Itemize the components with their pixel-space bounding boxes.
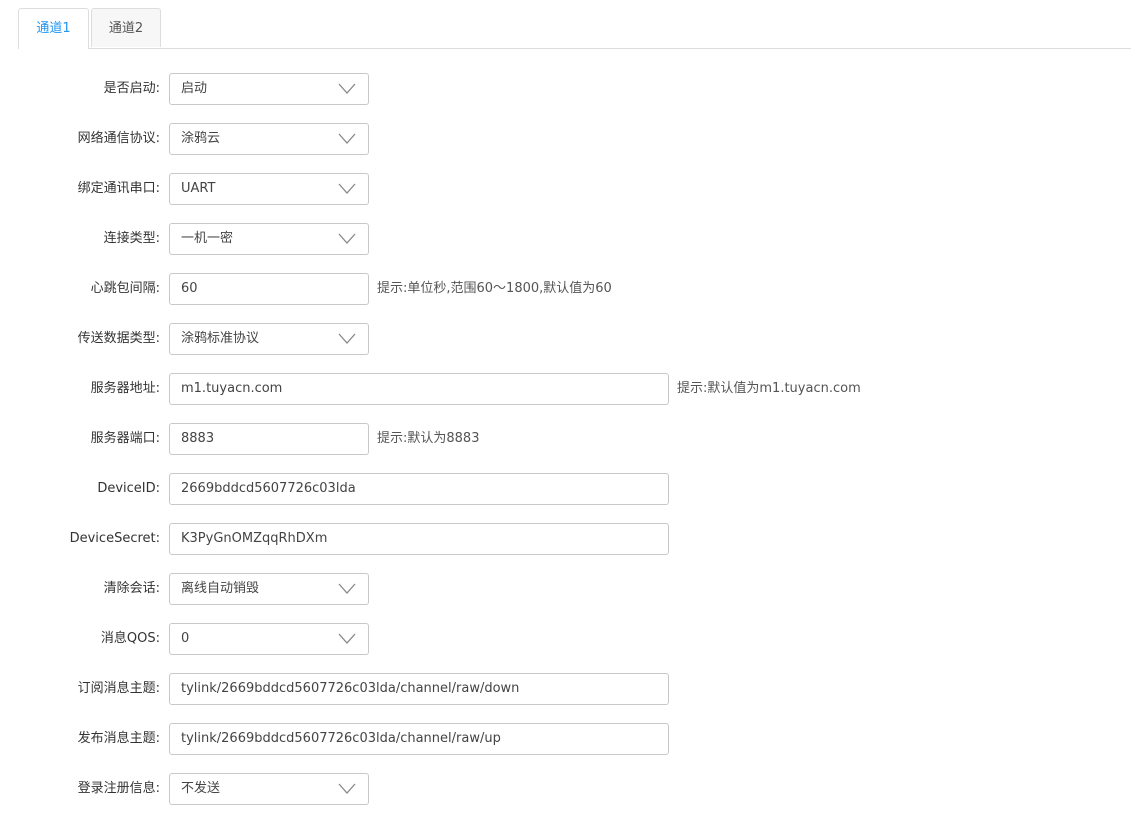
protocol-select[interactable]: 涂鸦云 (169, 123, 369, 155)
form-row-sub-topic: 订阅消息主题: tylink/2669bddcd5607726c03lda/ch… (0, 673, 1131, 705)
form-row-serial-port: 绑定通讯串口: UART (0, 173, 1131, 205)
form-row-protocol: 网络通信协议: 涂鸦云 (0, 123, 1131, 155)
clean-session-value: 离线自动销毁 (181, 581, 260, 596)
pub-topic-label: 发布消息主题: (77, 731, 160, 746)
device-id-label: DeviceID: (97, 481, 160, 496)
form-row-clean-session: 清除会话: 离线自动销毁 (0, 573, 1131, 605)
server-port-label: 服务器端口: (90, 431, 160, 446)
form-row-qos: 消息QOS: 0 (0, 623, 1131, 655)
form-row-login-info: 登录注册信息: 不发送 (0, 773, 1131, 805)
form-row-enabled: 是否启动: 启动 (0, 73, 1131, 105)
server-addr-label: 服务器地址: (90, 381, 160, 396)
conn-type-select[interactable]: 一机一密 (169, 223, 369, 255)
data-type-value: 涂鸦标准协议 (181, 331, 260, 346)
enabled-label: 是否启动: (103, 81, 160, 96)
device-id-input[interactable]: 2669bddcd5607726c03lda (169, 473, 669, 505)
protocol-label: 网络通信协议: (77, 131, 160, 146)
form-row-server-addr: 服务器地址: m1.tuyacn.com 提示:默认值为m1.tuyacn.co… (0, 373, 1131, 405)
tab-channel-2[interactable]: 通道2 (91, 8, 161, 47)
login-info-select[interactable]: 不发送 (169, 773, 369, 805)
data-type-select[interactable]: 涂鸦标准协议 (169, 323, 369, 355)
server-port-input[interactable]: 8883 (169, 423, 369, 455)
chevron-down-icon (338, 783, 356, 794)
chevron-down-icon (338, 183, 356, 194)
channel-tabs: 通道1 通道2 (18, 8, 1131, 49)
form-row-device-id: DeviceID: 2669bddcd5607726c03lda (0, 473, 1131, 505)
pub-topic-input[interactable]: tylink/2669bddcd5607726c03lda/channel/ra… (169, 723, 669, 755)
heartbeat-hint: 提示:单位秒,范围60～1800,默认值为60 (377, 281, 612, 296)
qos-label: 消息QOS: (100, 631, 160, 646)
device-secret-label: DeviceSecret: (69, 531, 160, 546)
form-row-pub-topic: 发布消息主题: tylink/2669bddcd5607726c03lda/ch… (0, 723, 1131, 755)
login-info-value: 不发送 (181, 781, 221, 796)
serial-port-label: 绑定通讯串口: (77, 181, 160, 196)
conn-type-label: 连接类型: (103, 231, 160, 246)
login-info-label: 登录注册信息: (77, 781, 160, 796)
enabled-value: 启动 (181, 81, 208, 96)
serial-port-value: UART (181, 181, 216, 196)
chevron-down-icon (338, 583, 356, 594)
qos-select[interactable]: 0 (169, 623, 369, 655)
form-row-server-port: 服务器端口: 8883 提示:默认为8883 (0, 423, 1131, 455)
chevron-down-icon (338, 333, 356, 344)
qos-value: 0 (181, 631, 190, 646)
form-row-conn-type: 连接类型: 一机一密 (0, 223, 1131, 255)
conn-type-value: 一机一密 (181, 231, 234, 246)
sub-topic-input[interactable]: tylink/2669bddcd5607726c03lda/channel/ra… (169, 673, 669, 705)
chevron-down-icon (338, 633, 356, 644)
heartbeat-label: 心跳包间隔: (90, 281, 160, 296)
chevron-down-icon (338, 83, 356, 94)
sub-topic-label: 订阅消息主题: (77, 681, 160, 696)
heartbeat-input[interactable]: 60 (169, 273, 369, 305)
serial-port-select[interactable]: UART (169, 173, 369, 205)
server-addr-hint: 提示:默认值为m1.tuyacn.com (677, 381, 861, 396)
chevron-down-icon (338, 233, 356, 244)
enabled-select[interactable]: 启动 (169, 73, 369, 105)
protocol-value: 涂鸦云 (181, 131, 221, 146)
server-port-hint: 提示:默认为8883 (377, 431, 480, 446)
device-secret-input[interactable]: K3PyGnOMZqqRhDXm (169, 523, 669, 555)
form-row-device-secret: DeviceSecret: K3PyGnOMZqqRhDXm (0, 523, 1131, 555)
data-type-label: 传送数据类型: (77, 331, 160, 346)
server-addr-input[interactable]: m1.tuyacn.com (169, 373, 669, 405)
tab-channel-1[interactable]: 通道1 (18, 8, 89, 49)
chevron-down-icon (338, 133, 356, 144)
form-row-data-type: 传送数据类型: 涂鸦标准协议 (0, 323, 1131, 355)
form-row-heartbeat: 心跳包间隔: 60 提示:单位秒,范围60～1800,默认值为60 (0, 273, 1131, 305)
clean-session-label: 清除会话: (103, 581, 160, 596)
clean-session-select[interactable]: 离线自动销毁 (169, 573, 369, 605)
